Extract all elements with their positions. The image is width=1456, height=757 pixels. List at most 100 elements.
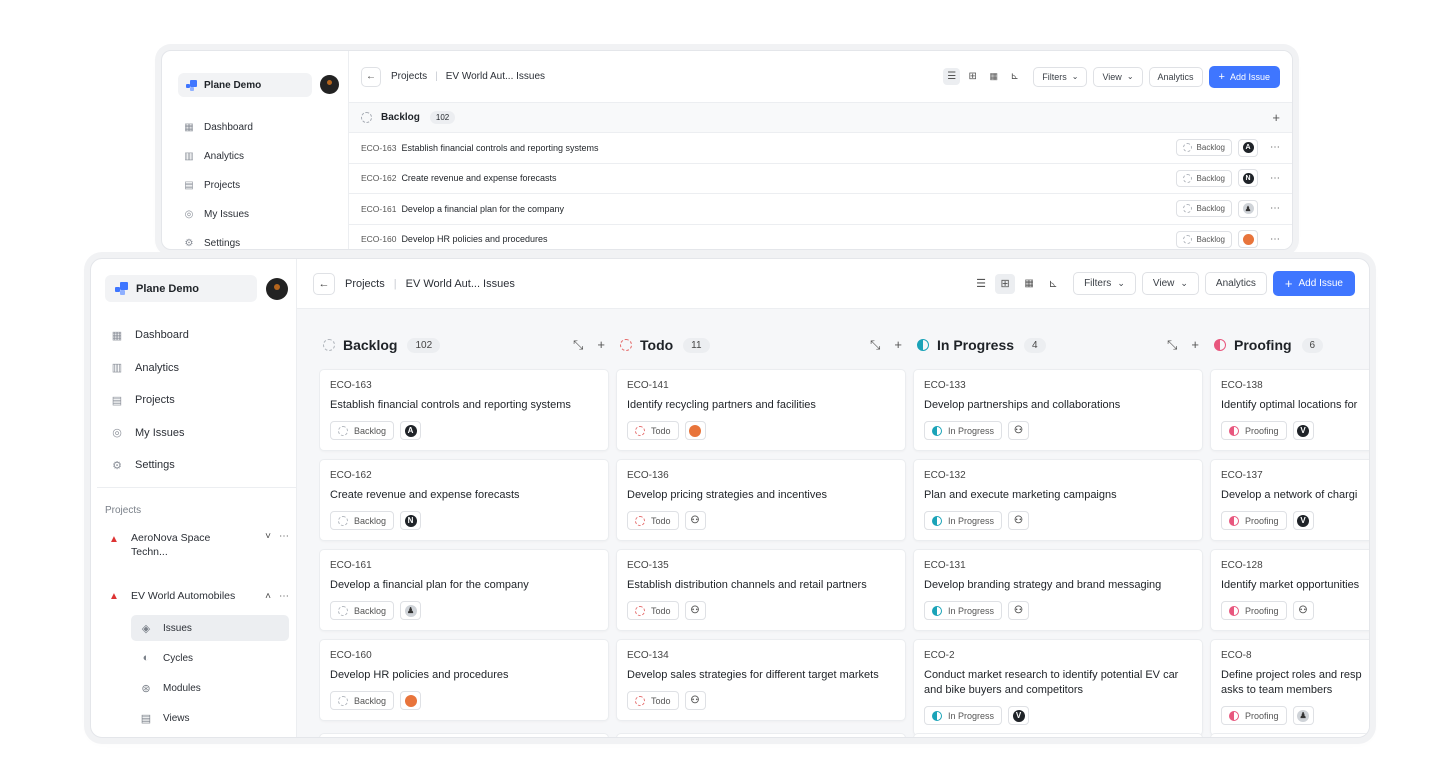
- more-options-icon[interactable]: ⋯: [279, 591, 289, 602]
- assignee-avatar[interactable]: [684, 421, 706, 440]
- more-options-icon[interactable]: ⋯: [1270, 142, 1280, 153]
- issue-card[interactable]: ECO-136 Develop pricing strategies and in…: [616, 459, 906, 541]
- state-badge[interactable]: In Progress: [924, 706, 1003, 725]
- state-badge[interactable]: Backlog: [1175, 200, 1232, 218]
- sidebar-item-analytics[interactable]: ▥ Analytics: [182, 142, 253, 171]
- state-badge[interactable]: In Progress: [924, 511, 1003, 530]
- issue-title[interactable]: Develop sales strategies for different t…: [627, 668, 895, 683]
- assignee-avatar[interactable]: N: [400, 511, 422, 530]
- kanban-layout-icon[interactable]: ⊞: [964, 68, 981, 85]
- list-row[interactable]: ECO-160 Develop HR policies and procedure…: [349, 224, 1292, 249]
- issue-title[interactable]: Develop a network of chargi: [1221, 488, 1369, 503]
- state-badge[interactable]: Backlog: [1175, 169, 1232, 187]
- issue-title[interactable]: Develop HR policies and procedures: [401, 234, 547, 244]
- issue-title[interactable]: Create revenue and expense forecasts: [330, 488, 598, 503]
- breadcrumb-issues[interactable]: EV World Aut... Issues: [446, 71, 545, 82]
- subnav-issues[interactable]: ◈ Issues: [131, 615, 289, 641]
- assignee-avatar[interactable]: ⚇: [684, 511, 706, 530]
- issue-card[interactable]: ECO-161 Develop a financial plan for the …: [319, 549, 609, 631]
- state-badge[interactable]: Backlog: [1175, 230, 1232, 248]
- assignee-avatar[interactable]: N: [1238, 169, 1258, 188]
- add-issue-plus-icon[interactable]: +: [894, 337, 902, 353]
- issue-card[interactable]: ECO-133 Develop partnerships and collabor…: [913, 369, 1203, 451]
- assignee-avatar[interactable]: V: [1292, 421, 1314, 440]
- issue-title[interactable]: Establish financial controls and reporti…: [401, 143, 598, 153]
- more-options-icon[interactable]: ⋯: [1270, 173, 1280, 184]
- list-layout-icon[interactable]: ☰: [971, 274, 991, 294]
- sidebar-item-my-issues[interactable]: ◎ My Issues: [182, 200, 253, 229]
- minimize-column-icon[interactable]: ⤡: [1167, 337, 1177, 353]
- back-button[interactable]: ←: [361, 66, 381, 87]
- add-issue-plus-icon[interactable]: +: [1191, 337, 1199, 353]
- issue-title[interactable]: Establish distribution channels and reta…: [627, 578, 895, 593]
- minimize-column-icon[interactable]: ⤡: [573, 337, 583, 353]
- add-issue-button[interactable]: + Add Issue: [1208, 65, 1280, 88]
- list-layout-icon[interactable]: ☰: [943, 68, 961, 85]
- sidebar-project-item[interactable]: ▲ EV World Automobiles ˄ ⋯: [109, 581, 289, 611]
- issue-title[interactable]: Develop a financial plan for the company: [330, 578, 598, 593]
- add-to-group-plus-icon[interactable]: +: [1272, 110, 1280, 125]
- issue-card[interactable]: ECO-137 Develop a network of chargi Proofi…: [1210, 459, 1369, 541]
- state-badge[interactable]: Proofing: [1221, 706, 1287, 725]
- view-button[interactable]: View ⌄: [1093, 66, 1143, 87]
- analytics-button[interactable]: Analytics: [1148, 66, 1203, 87]
- assignee-avatar[interactable]: ⚇: [1292, 601, 1314, 620]
- assignee-avatar[interactable]: ♟: [1238, 199, 1258, 218]
- issue-card[interactable]: ECO-162 Create revenue and expense foreca…: [319, 459, 609, 541]
- state-badge[interactable]: In Progress: [924, 421, 1003, 440]
- assignee-avatar[interactable]: ⚇: [1008, 601, 1030, 620]
- breadcrumb-projects[interactable]: Projects: [391, 71, 427, 82]
- state-badge[interactable]: Backlog: [330, 601, 395, 620]
- assignee-avatar[interactable]: [400, 691, 422, 710]
- workspace-switcher[interactable]: Plane Demo: [105, 275, 257, 302]
- more-options-icon[interactable]: ⋯: [1270, 234, 1280, 245]
- issue-card[interactable]: ECO-131 Develop branding strategy and bra…: [913, 549, 1203, 631]
- issue-card[interactable]: ECO-135 Establish distribution channels a…: [616, 549, 906, 631]
- issue-title[interactable]: Identify recycling partners and faciliti…: [627, 398, 895, 413]
- assignee-avatar[interactable]: V: [1008, 706, 1030, 725]
- sidebar-item-analytics[interactable]: ▥ Analytics: [109, 352, 189, 385]
- state-badge[interactable]: Proofing: [1221, 421, 1287, 440]
- filters-button[interactable]: Filters ⌄: [1073, 272, 1136, 295]
- issue-card[interactable]: ECO-163 Establish financial controls and …: [319, 369, 609, 451]
- more-options-icon[interactable]: ⋯: [1270, 203, 1280, 214]
- issue-title[interactable]: Develop partnerships and collaborations: [924, 398, 1192, 413]
- assignee-avatar[interactable]: ⚇: [684, 601, 706, 620]
- assignee-avatar[interactable]: ⚇: [1008, 511, 1030, 530]
- issue-title[interactable]: Plan and execute marketing campaigns: [924, 488, 1192, 503]
- state-badge[interactable]: Proofing: [1221, 511, 1287, 530]
- issue-title[interactable]: Develop HR policies and procedures: [330, 668, 598, 683]
- state-badge[interactable]: In Progress: [924, 601, 1003, 620]
- user-avatar[interactable]: [266, 278, 288, 300]
- issue-title[interactable]: Define project roles and resp asks to te…: [1221, 668, 1369, 698]
- more-options-icon[interactable]: ⋯: [279, 531, 289, 542]
- state-badge[interactable]: Todo: [627, 691, 679, 710]
- state-badge[interactable]: Todo: [627, 511, 679, 530]
- issue-title[interactable]: Conduct market research to identify pote…: [924, 668, 1192, 698]
- view-button[interactable]: View ⌄: [1141, 272, 1199, 295]
- assignee-avatar[interactable]: V: [1292, 511, 1314, 530]
- issue-title[interactable]: Identify optimal locations for: [1221, 398, 1369, 413]
- issue-card[interactable]: ECO-138 Identify optimal locations for Pro…: [1210, 369, 1369, 451]
- gantt-layout-icon[interactable]: ⊾: [1006, 68, 1023, 85]
- assignee-avatar[interactable]: ⚇: [684, 691, 706, 710]
- breadcrumb-projects[interactable]: Projects: [345, 278, 385, 290]
- issue-title[interactable]: Develop a financial plan for the company: [401, 204, 564, 214]
- list-row[interactable]: ECO-162 Create revenue and expense foreca…: [349, 163, 1292, 194]
- filters-button[interactable]: Filters ⌄: [1033, 66, 1088, 87]
- list-row[interactable]: ECO-161 Develop a financial plan for the …: [349, 194, 1292, 225]
- calendar-layout-icon[interactable]: ▦: [1019, 274, 1039, 294]
- sidebar-item-my-issues[interactable]: ◎ My Issues: [109, 417, 189, 450]
- gantt-layout-icon[interactable]: ⊾: [1043, 274, 1063, 294]
- assignee-avatar[interactable]: [1238, 230, 1258, 249]
- user-avatar[interactable]: [320, 75, 339, 94]
- sidebar-item-dashboard[interactable]: ▦ Dashboard: [109, 319, 189, 352]
- state-badge[interactable]: Todo: [627, 601, 679, 620]
- issue-card[interactable]: ECO-2 Conduct market research to identify…: [913, 639, 1203, 736]
- list-row[interactable]: ECO-163 Establish financial controls and …: [349, 133, 1292, 164]
- breadcrumb-issues[interactable]: EV World Aut... Issues: [406, 278, 515, 290]
- issue-card[interactable]: ECO-141 Identify recycling partners and f…: [616, 369, 906, 451]
- assignee-avatar[interactable]: ♟: [400, 601, 422, 620]
- issue-title[interactable]: Identify market opportunities: [1221, 578, 1369, 593]
- assignee-avatar[interactable]: ♟: [1292, 706, 1314, 725]
